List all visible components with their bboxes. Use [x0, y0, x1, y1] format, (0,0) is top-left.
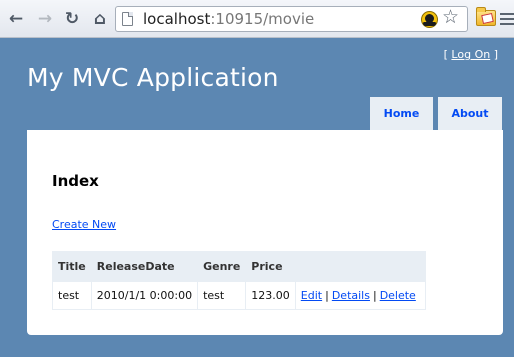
logon-display: [ Log On ] — [444, 48, 498, 61]
delete-link[interactable]: Delete — [380, 289, 416, 302]
forward-arrow-icon[interactable]: → — [35, 9, 55, 29]
folder-extension-icon[interactable] — [476, 7, 496, 26]
url-port-path: :10915/movie — [210, 10, 315, 28]
logon-bracket-close: ] — [490, 48, 498, 61]
column-header-title: Title — [52, 251, 92, 282]
column-header-genre: Genre — [197, 251, 247, 282]
create-new-link[interactable]: Create New — [52, 218, 116, 231]
bookmark-star-icon[interactable]: ☆ — [442, 8, 459, 27]
action-separator: | — [325, 289, 329, 302]
column-header-release-date: ReleaseDate — [90, 251, 199, 282]
site-title: My MVC Application — [27, 63, 279, 92]
action-separator: | — [372, 289, 377, 302]
page: [ Log On ] My MVC Application Home About… — [0, 38, 514, 357]
cell-title: test — [52, 281, 92, 310]
edit-link[interactable]: Edit — [301, 289, 322, 302]
cell-genre: test — [197, 281, 247, 310]
log-on-link[interactable]: Log On — [451, 48, 490, 61]
cell-actions: Edit | Details | Delete — [294, 281, 426, 310]
home-icon[interactable]: ⌂ — [90, 9, 110, 29]
page-heading: Index — [52, 172, 99, 190]
table-row: test 2010/1/1 0:00:00 test 123.00 Edit | D… — [52, 281, 426, 310]
address-bar[interactable]: localhost:10915/movie ☆ — [115, 6, 468, 32]
page-icon — [122, 12, 133, 26]
column-header-actions — [294, 251, 426, 282]
menu-icon[interactable] — [500, 10, 514, 28]
movies-table: Title ReleaseDate Genre Price test 2010/… — [52, 251, 426, 310]
cell-release-date: 2010/1/1 0:00:00 — [90, 281, 199, 310]
menu-tab-home[interactable]: Home — [369, 96, 434, 130]
menu-tab-about[interactable]: About — [437, 96, 503, 130]
table-header-row: Title ReleaseDate Genre Price — [52, 251, 426, 282]
back-arrow-icon[interactable]: ← — [6, 9, 26, 29]
details-link[interactable]: Details — [332, 289, 370, 302]
url-host: localhost — [143, 10, 211, 28]
reload-icon[interactable]: ↻ — [62, 9, 82, 29]
url-text[interactable]: localhost:10915/movie — [143, 10, 314, 28]
extension-icon[interactable] — [421, 11, 438, 28]
main-content: Index Create New Title ReleaseDate Genre… — [27, 130, 503, 335]
cell-price: 123.00 — [245, 281, 296, 310]
browser-toolbar: ← → ↻ ⌂ localhost:10915/movie ☆ — [0, 0, 514, 38]
column-header-price: Price — [245, 251, 296, 282]
